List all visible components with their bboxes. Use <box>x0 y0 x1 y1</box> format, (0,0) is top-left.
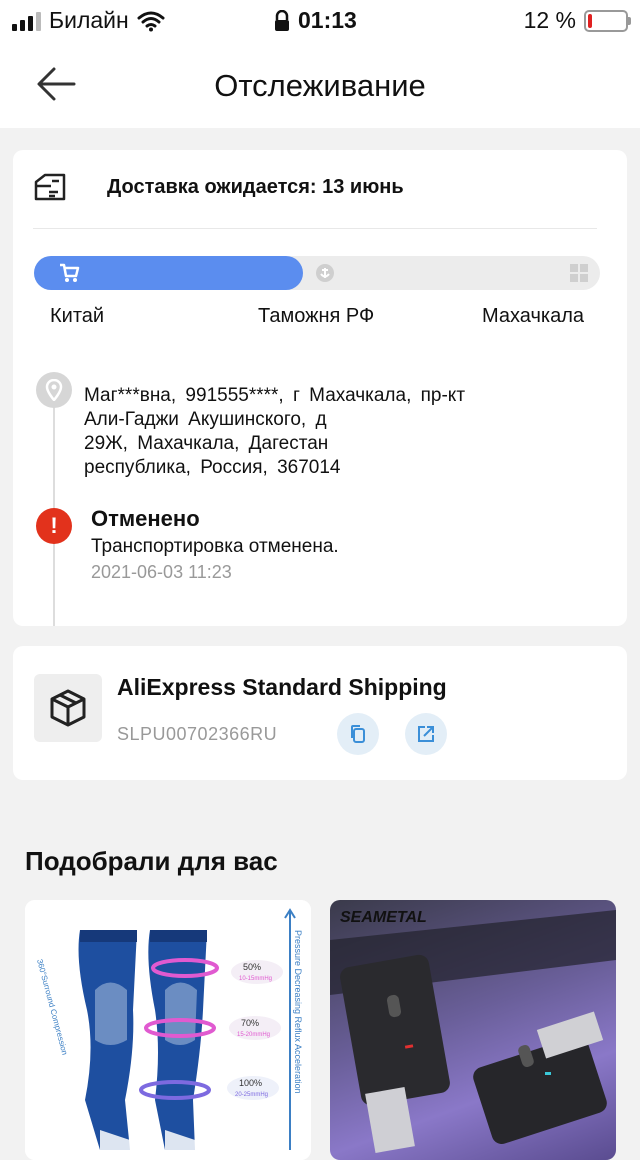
delivery-date-text: Доставка ожидается: 13 июнь <box>107 175 404 198</box>
pressure-sublabel: 15-20mmHg <box>237 1032 270 1038</box>
address-line: Али-Гаджи Акушинского, д <box>84 409 327 430</box>
divider <box>33 228 597 229</box>
status-right: 12 % <box>523 7 631 34</box>
status-left: Билайн <box>12 7 165 34</box>
stage-customs: Таможня РФ <box>258 305 375 327</box>
recommendations-title: Подобрали для вас <box>25 846 278 876</box>
address-line: Маг***вна, 991555****, г Махачкала, пр-к… <box>84 385 466 406</box>
pressure-label: 70% <box>241 1018 259 1028</box>
progress-track <box>34 256 600 290</box>
external-link-button[interactable] <box>405 713 447 755</box>
shipping-card: AliExpress Standard Shipping SLPU0070236… <box>13 646 627 780</box>
delivery-estimate: Доставка ожидается: 13 июнь <box>33 172 404 202</box>
pressure-label: 50% <box>243 962 261 972</box>
external-link-icon <box>418 726 434 742</box>
copy-button[interactable] <box>337 713 379 755</box>
package-icon <box>34 674 102 742</box>
building-icon <box>570 264 588 282</box>
pressure-sublabel: 20-25mmHg <box>235 1092 268 1098</box>
shipping-method-name: AliExpress Standard Shipping <box>117 674 447 700</box>
stage-destination: Махачкала <box>482 305 584 327</box>
product-card[interactable]: SEAMETAL <box>330 900 616 1160</box>
lock-icon <box>275 9 289 31</box>
address-line: республика, Россия, 367014 <box>84 457 341 478</box>
stage-origin: Китай <box>50 305 105 327</box>
pressure-label: 100% <box>239 1078 262 1088</box>
pressure-sublabel: 10-15mmHg <box>239 976 272 982</box>
battery-icon <box>584 9 631 32</box>
product-image: SEAMETAL <box>330 909 616 1154</box>
tracking-number: SLPU00702366RU <box>117 724 278 744</box>
battery-percent: 12 % <box>523 7 576 33</box>
cart-icon <box>60 263 80 282</box>
product-image: Pressure Decreasing Reflux Acceleration … <box>25 900 311 1160</box>
status-center: 01:13 <box>274 7 357 34</box>
wifi-icon <box>137 11 165 31</box>
event-timestamp: 2021-06-03 11:23 <box>91 562 232 582</box>
brand-logo: SEAMETAL <box>340 909 427 926</box>
anchor-icon <box>316 264 334 282</box>
tracking-card: Доставка ожидается: 13 июнь Китай Таможн… <box>13 150 627 626</box>
event-description: Транспортировка отменена. <box>91 536 339 557</box>
clock: 01:13 <box>298 7 357 33</box>
copy-icon <box>351 725 365 743</box>
delivery-address: Маг***вна, 991555****, г Махачкала, пр-к… <box>84 384 584 480</box>
product-card[interactable]: Pressure Decreasing Reflux Acceleration … <box>25 900 311 1160</box>
signal-icon <box>12 11 41 31</box>
exclamation-icon: ! <box>36 508 72 544</box>
delivery-truck-icon <box>34 173 66 201</box>
vertical-caption: Pressure Decreasing Reflux Acceleration <box>293 930 303 1094</box>
address-line: 29Ж, Махачкала, Дагестан <box>84 433 329 454</box>
page-title: Отслеживание <box>214 68 426 103</box>
location-pin-icon <box>36 372 72 408</box>
carrier-name: Билайн <box>49 7 129 33</box>
nav-header: Отслеживание <box>0 42 640 128</box>
battery-level <box>588 13 592 28</box>
event-status-title: Отменено <box>91 506 200 531</box>
status-bar: Билайн 01:13 12 % <box>0 0 640 42</box>
